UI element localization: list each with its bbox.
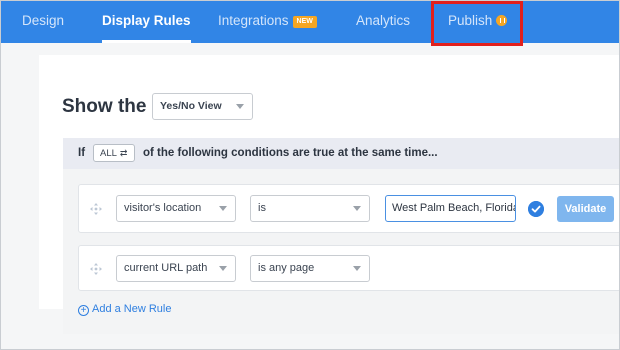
tab-label: Integrations — [218, 13, 289, 28]
publish-highlight — [431, 1, 523, 46]
view-select[interactable]: Yes/No View — [152, 93, 253, 120]
rule-field-select[interactable]: current URL path — [116, 255, 236, 282]
show-the-label: Show the — [62, 96, 147, 117]
chevron-down-icon — [236, 104, 244, 109]
match-value: ALL — [100, 148, 117, 159]
tab-integrations[interactable]: Integrations NEW — [218, 1, 317, 43]
rule-operator-select[interactable]: is any page — [250, 255, 370, 282]
add-rule-label: Add a New Rule — [92, 303, 172, 315]
conditions-text: of the following conditions are true at … — [143, 147, 438, 159]
chevron-down-icon — [219, 206, 227, 211]
add-rule-link[interactable]: + Add a New Rule — [78, 303, 172, 316]
rule-operator-value: is any page — [258, 262, 315, 274]
tab-design[interactable]: Design — [22, 1, 64, 43]
chevron-down-icon — [219, 266, 227, 271]
chevron-down-icon — [353, 206, 361, 211]
new-badge: NEW — [292, 16, 317, 28]
drag-handle-icon[interactable] — [90, 203, 102, 215]
view-select-value: Yes/No View — [160, 100, 222, 112]
location-input-value: West Palm Beach, Florida — [392, 202, 516, 214]
top-navigation: Design Display Rules Integrations NEW Ana… — [1, 1, 619, 43]
tab-label: Design — [22, 13, 65, 28]
match-all-toggle[interactable]: ALL ⇄ — [93, 144, 135, 162]
tab-display-rules[interactable]: Display Rules — [102, 1, 191, 43]
rule-field-value: visitor's location — [124, 202, 202, 214]
app-window: Design Display Rules Integrations NEW Ana… — [0, 0, 620, 350]
check-circle-icon — [528, 201, 544, 217]
if-label: If — [78, 147, 86, 159]
rule-operator-value: is — [258, 202, 266, 214]
tab-label: Display Rules — [102, 13, 191, 28]
plus-circle-icon: + — [78, 305, 89, 316]
swap-icon: ⇄ — [119, 148, 128, 158]
drag-handle-icon[interactable] — [90, 263, 102, 275]
rule-operator-select[interactable]: is — [250, 195, 370, 222]
tab-label: Analytics — [356, 13, 411, 28]
chevron-down-icon — [353, 266, 361, 271]
tab-analytics[interactable]: Analytics — [356, 1, 410, 43]
validate-button[interactable]: Validate — [557, 196, 614, 222]
rule-field-select[interactable]: visitor's location — [116, 195, 236, 222]
location-input[interactable]: West Palm Beach, Florida — [385, 195, 516, 222]
rule-field-value: current URL path — [124, 262, 208, 274]
